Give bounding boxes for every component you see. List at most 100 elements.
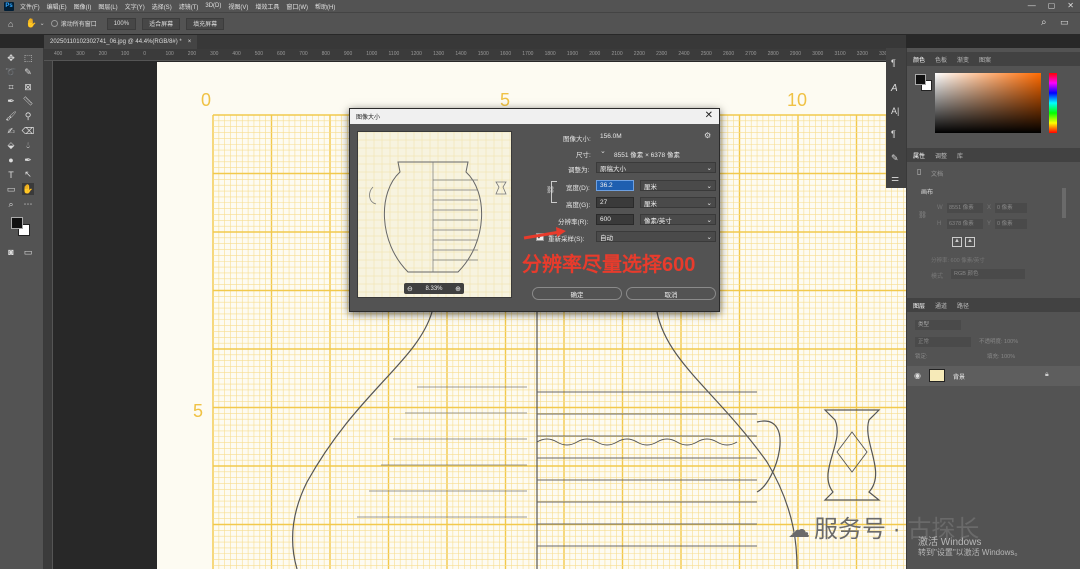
mode-select[interactable]: RGB 颜色 [951, 269, 1025, 279]
crop-tool-icon[interactable]: ⌗ [5, 81, 17, 93]
zoom-in-icon[interactable]: ⊕ [455, 285, 461, 293]
tool-preset-chevron-icon[interactable]: ⌄ [40, 20, 45, 27]
bucket-tool-icon[interactable]: ⬙ [5, 140, 17, 152]
dimensions-chevron-icon[interactable]: ⌄ [600, 147, 606, 155]
tab-layers[interactable]: 图层 [913, 301, 925, 310]
width-unit-select[interactable]: 厘米 ⌄ [640, 180, 716, 191]
eyedropper-tool-icon[interactable]: ✒ [5, 96, 17, 108]
menu-window[interactable]: 窗口(W) [286, 2, 308, 11]
search-icon[interactable]: ⌕ [1041, 17, 1047, 28]
height-input[interactable]: 27 [596, 197, 634, 208]
menu-view[interactable]: 视图(V) [228, 2, 248, 11]
screen-mode-icon[interactable]: ▭ [22, 246, 34, 258]
height-unit-select[interactable]: 厘米 ⌄ [640, 197, 716, 208]
scroll-all-checkbox[interactable] [50, 20, 58, 27]
hand-tool-icon[interactable]: ✋ [22, 183, 34, 196]
dodge-tool-icon[interactable]: ● [5, 154, 17, 166]
link-icon[interactable]: ⛓ [918, 211, 927, 219]
portrait-orientation-icon[interactable]: ▲ [952, 237, 962, 247]
color-picker-field[interactable] [935, 73, 1041, 133]
character-icon[interactable]: A [891, 83, 898, 94]
stamp-tool-icon[interactable]: ⚲ [22, 110, 34, 122]
path-select-icon[interactable]: ↖ [22, 169, 34, 181]
tab-color[interactable]: 颜色 [913, 55, 925, 64]
move-tool-icon[interactable]: ✥ [5, 52, 17, 64]
constrain-link-icon[interactable]: ⛓ [546, 186, 555, 194]
x-field[interactable]: 0 像素 [995, 203, 1027, 213]
close-tab-icon[interactable]: × [188, 39, 192, 45]
vertical-ruler[interactable] [44, 61, 53, 569]
brush-settings-icon[interactable]: ✎ [891, 153, 899, 164]
fill-screen-button[interactable]: 填充屏幕 [186, 17, 225, 30]
fill-field[interactable]: 填充: 100% [987, 352, 1015, 360]
quick-select-tool-icon[interactable]: ✎ [22, 67, 34, 79]
minimize-button[interactable]: — [1028, 1, 1036, 10]
tab-swatches[interactable]: 色板 [935, 55, 947, 64]
blur-tool-icon[interactable]: 💧︎ [22, 140, 34, 152]
tab-patterns[interactable]: 图案 [979, 55, 991, 64]
pen-tool-icon[interactable]: ✒ [22, 154, 34, 166]
brush-tool-icon[interactable]: 🖌︎ [5, 110, 17, 122]
h-field[interactable]: 6378 像素 [947, 219, 983, 229]
color-fg-bg-swatch[interactable] [915, 74, 933, 92]
hue-slider[interactable] [1049, 73, 1057, 133]
layer-kind-filter[interactable]: 类型 [915, 320, 961, 330]
tab-properties[interactable]: 属性 [913, 151, 925, 160]
zoom-tool-icon[interactable]: ⌕ [5, 198, 17, 210]
fit-to-select[interactable]: 原稿大小 ⌄ [596, 162, 716, 173]
menu-file[interactable]: 文件(F) [20, 2, 40, 11]
zoom-out-icon[interactable]: ⊖ [407, 285, 413, 293]
tab-channels[interactable]: 通道 [935, 301, 947, 310]
home-icon[interactable]: ⌂ [8, 19, 13, 29]
image-preview[interactable]: ⊖ 8.33% ⊕ [357, 131, 512, 298]
foreground-background-swatch[interactable] [10, 216, 32, 238]
panel-scrollbar[interactable] [1062, 188, 1066, 218]
history-brush-icon[interactable]: ✍ [5, 125, 17, 137]
cancel-button[interactable]: 取消 [626, 287, 716, 300]
resolution-unit-select[interactable]: 像素/英寸 ⌄ [640, 214, 716, 225]
dialog-close-button[interactable]: ✕ [705, 110, 713, 121]
opacity-field[interactable]: 不透明度: 100% [979, 337, 1018, 345]
rectangle-tool-icon[interactable]: ▭ [5, 183, 17, 195]
dialog-settings-gear-icon[interactable]: ⚙ [704, 131, 711, 140]
menu-plugins[interactable]: 增效工具 [255, 2, 279, 11]
menu-image[interactable]: 图像(I) [74, 2, 92, 11]
dialog-title-bar[interactable]: 图像大小 [350, 109, 719, 124]
tab-gradients[interactable]: 渐变 [957, 55, 969, 64]
document-tab[interactable]: 20250110102302741_06.jpg @ 44.4%(RGB/8#)… [44, 35, 198, 49]
zoom-100-button[interactable]: 100% [106, 17, 137, 30]
ruler-tool-icon[interactable]: 📏︎ [22, 96, 34, 108]
paragraph-icon[interactable]: ¶ [891, 58, 896, 68]
menu-help[interactable]: 帮助(H) [315, 2, 335, 11]
menu-type[interactable]: 文字(Y) [125, 2, 145, 11]
lasso-tool-icon[interactable]: ➰ [5, 67, 17, 79]
resolution-input[interactable]: 600 [596, 214, 634, 225]
visibility-eye-icon[interactable]: ◉ [914, 371, 921, 380]
fit-screen-button[interactable]: 适合屏幕 [142, 17, 181, 30]
menu-3d[interactable]: 3D(D) [205, 3, 221, 9]
close-window-button[interactable]: ✕ [1067, 1, 1074, 10]
blend-mode-select[interactable]: 正常 [915, 337, 971, 347]
adjustments-icon[interactable]: ⚌ [891, 173, 899, 184]
resample-select[interactable]: 自动 ⌄ [596, 231, 716, 242]
quick-mask-icon[interactable]: ◙ [5, 246, 17, 258]
horizontal-ruler[interactable]: 400 300 200 100 0 100 200 300 400 500 600 700 800 900… [44, 49, 906, 61]
tab-adjustments[interactable]: 调整 [935, 151, 947, 160]
more-tools-icon[interactable]: ⋯ [22, 198, 34, 210]
ok-button[interactable]: 确定 [532, 287, 622, 300]
maximize-button[interactable]: ▢ [1048, 1, 1056, 10]
layer-row-background[interactable]: ◉ 背景 🔒︎ [907, 366, 1080, 386]
menu-filter[interactable]: 滤镜(T) [179, 2, 199, 11]
workspace-icon[interactable]: ▭ [1060, 17, 1069, 28]
tab-libraries[interactable]: 库 [957, 151, 963, 160]
type-tool-icon[interactable]: T [5, 169, 17, 181]
width-input[interactable]: 36.2 [596, 180, 634, 191]
menu-edit[interactable]: 编辑(E) [47, 2, 67, 11]
marquee-tool-icon[interactable]: ⬚ [22, 52, 34, 64]
frame-tool-icon[interactable]: ⊠ [22, 81, 34, 93]
w-field[interactable]: 8551 像素 [947, 203, 983, 213]
paragraph-style-icon[interactable]: ¶ [891, 129, 896, 139]
menu-layer[interactable]: 图层(L) [98, 2, 117, 11]
glyphs-icon[interactable]: A| [891, 106, 899, 116]
landscape-orientation-icon[interactable]: ▲ [965, 237, 975, 247]
